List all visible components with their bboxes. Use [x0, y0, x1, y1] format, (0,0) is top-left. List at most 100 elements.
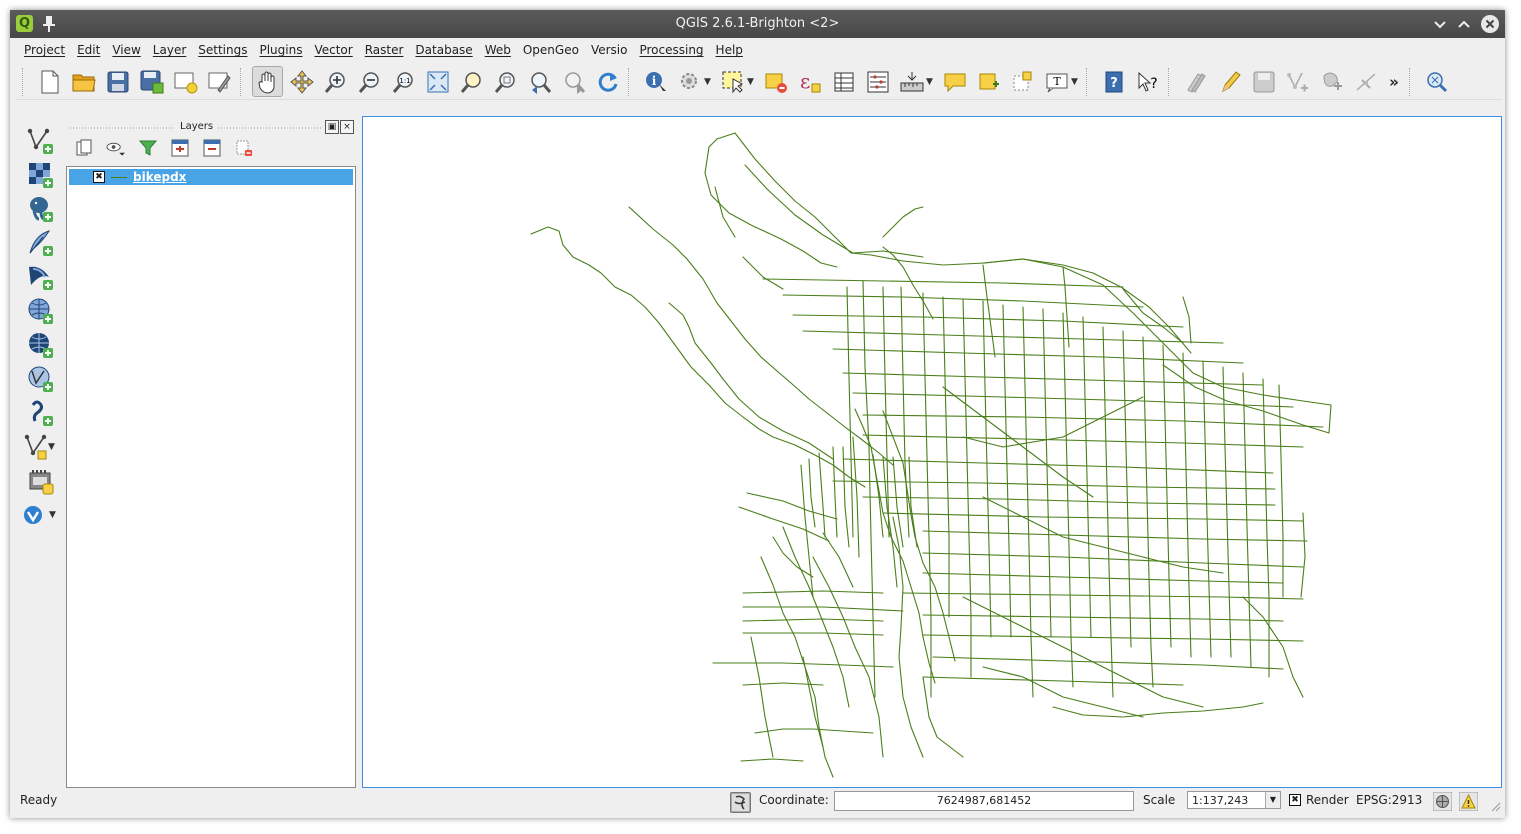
layer-item-bikepdx[interactable]: ✖ bikepdx	[69, 169, 353, 185]
new-print-composer-icon[interactable]	[170, 66, 201, 97]
save-as-icon[interactable]	[136, 66, 167, 97]
layer-name[interactable]: bikepdx	[133, 170, 186, 184]
menu-versio[interactable]: Versio	[585, 43, 634, 57]
minimize-icon[interactable]	[1433, 17, 1447, 31]
statistical-summary-icon[interactable]	[862, 66, 893, 97]
add-postgis-layer-icon[interactable]	[26, 194, 56, 223]
more-tools-icon[interactable]: »	[1384, 66, 1404, 97]
refresh-icon[interactable]	[592, 66, 623, 97]
expand-all-icon[interactable]	[170, 138, 189, 157]
identify-features-icon[interactable]: i	[640, 66, 671, 97]
status-message: Ready	[20, 793, 58, 807]
remove-layer-icon[interactable]	[234, 138, 253, 157]
zoom-actual-size-icon[interactable]: 1:1	[388, 66, 419, 97]
run-feature-action-icon[interactable]	[674, 66, 705, 97]
menu-vector[interactable]: Vector	[308, 43, 358, 57]
open-project-icon[interactable]	[68, 66, 99, 97]
new-shapefile-layer-icon[interactable]: ▼	[21, 432, 61, 461]
add-vector-layer-icon[interactable]	[26, 126, 56, 155]
new-project-icon[interactable]	[34, 66, 65, 97]
chevron-down-icon[interactable]: ▼	[926, 77, 936, 87]
node-tool-icon[interactable]	[1350, 66, 1381, 97]
measure-line-icon[interactable]	[896, 66, 927, 97]
toggle-extents-icon[interactable]	[730, 792, 751, 813]
resize-grip[interactable]	[1491, 802, 1501, 812]
current-edits-icon[interactable]	[1214, 66, 1245, 97]
add-raster-layer-icon[interactable]	[26, 160, 56, 189]
save-project-icon[interactable]	[102, 66, 133, 97]
chevron-down-icon[interactable]: ▼	[747, 77, 757, 87]
add-feature-icon[interactable]	[1282, 66, 1313, 97]
zoom-in-icon[interactable]	[320, 66, 351, 97]
add-wfs-layer-icon[interactable]	[26, 364, 56, 393]
filter-legend-icon[interactable]	[138, 138, 157, 157]
close-panel-icon[interactable]: ×	[340, 120, 354, 134]
coordinate-field[interactable]: 7624987,681452	[834, 791, 1134, 811]
add-group-icon[interactable]	[74, 138, 93, 157]
map-canvas[interactable]	[362, 116, 1502, 788]
scale-combobox[interactable]: 1:137,243 ▼	[1187, 791, 1281, 809]
layer-visibility-checkbox[interactable]: ✖	[93, 171, 105, 183]
layers-panel: Layers ▣ × ✖ bikepdx	[66, 116, 356, 788]
render-checkbox[interactable]: ✖	[1289, 794, 1301, 806]
layer-tree[interactable]: ✖ bikepdx	[66, 166, 356, 788]
georeferencer-icon[interactable]	[1421, 66, 1452, 97]
open-attribute-table-icon[interactable]	[828, 66, 859, 97]
chevron-down-icon[interactable]: ▼	[48, 442, 58, 452]
menu-database[interactable]: Database	[409, 43, 478, 57]
manage-visibility-icon[interactable]	[106, 138, 125, 157]
add-virtual-layer-icon[interactable]	[26, 466, 56, 495]
show-bookmarks-icon[interactable]	[1007, 66, 1038, 97]
move-feature-icon[interactable]	[1316, 66, 1347, 97]
menu-web[interactable]: Web	[479, 43, 517, 57]
menu-settings[interactable]: Settings	[192, 43, 253, 57]
zoom-to-selection-icon[interactable]	[456, 66, 487, 97]
select-by-expression-icon[interactable]: ε	[794, 66, 825, 97]
menu-view[interactable]: View	[106, 43, 146, 57]
zoom-last-icon[interactable]	[524, 66, 555, 97]
whats-this-icon[interactable]: ?	[1132, 66, 1163, 97]
maximize-icon[interactable]	[1457, 17, 1471, 31]
menu-edit[interactable]: Edit	[71, 43, 106, 57]
zoom-out-icon[interactable]	[354, 66, 385, 97]
close-icon[interactable]	[1481, 15, 1499, 33]
select-features-icon[interactable]	[717, 66, 748, 97]
versio-icon[interactable]: ▼	[21, 500, 61, 529]
zoom-full-icon[interactable]	[422, 66, 453, 97]
add-wcs-layer-icon[interactable]	[26, 330, 56, 359]
save-layer-edits-icon[interactable]	[1248, 66, 1279, 97]
pan-map-icon[interactable]	[252, 66, 283, 97]
chevron-down-icon[interactable]: ▼	[704, 77, 714, 87]
toolbar-handle[interactable]	[22, 67, 29, 96]
composer-manager-icon[interactable]	[204, 66, 235, 97]
menu-processing[interactable]: Processing	[633, 43, 709, 57]
warning-icon[interactable]	[1459, 792, 1478, 811]
menu-help[interactable]: Help	[710, 43, 749, 57]
float-panel-icon[interactable]: ▣	[325, 120, 339, 134]
svg-text:?: ?	[1150, 76, 1157, 92]
zoom-next-icon[interactable]	[558, 66, 589, 97]
crs-label[interactable]: EPSG:2913	[1356, 793, 1422, 807]
chevron-down-icon[interactable]: ▼	[1265, 792, 1280, 808]
chevron-down-icon[interactable]: ▼	[49, 510, 59, 520]
crs-status-icon[interactable]	[1433, 792, 1452, 811]
zoom-to-layer-icon[interactable]	[490, 66, 521, 97]
pan-to-selection-icon[interactable]	[286, 66, 317, 97]
menu-raster[interactable]: Raster	[359, 43, 410, 57]
toggle-editing-icon[interactable]	[1180, 66, 1211, 97]
add-mssql-layer-icon[interactable]	[26, 262, 56, 291]
chevron-down-icon[interactable]: ▼	[1071, 77, 1081, 87]
add-spatialite-layer-icon[interactable]	[26, 228, 56, 257]
add-wms-layer-icon[interactable]	[26, 296, 56, 325]
new-bookmark-icon[interactable]	[973, 66, 1004, 97]
menu-layer[interactable]: Layer	[147, 43, 192, 57]
deselect-all-icon[interactable]	[760, 66, 791, 97]
menu-project[interactable]: Project	[18, 43, 71, 57]
show-map-tips-icon[interactable]	[939, 66, 970, 97]
collapse-all-icon[interactable]	[202, 138, 221, 157]
menu-plugins[interactable]: Plugins	[253, 43, 308, 57]
menu-opengeo[interactable]: OpenGeo	[517, 43, 585, 57]
help-contents-icon[interactable]: ?	[1098, 66, 1129, 97]
add-delimited-text-layer-icon[interactable]	[26, 398, 56, 427]
text-annotation-icon[interactable]: T	[1041, 66, 1072, 97]
